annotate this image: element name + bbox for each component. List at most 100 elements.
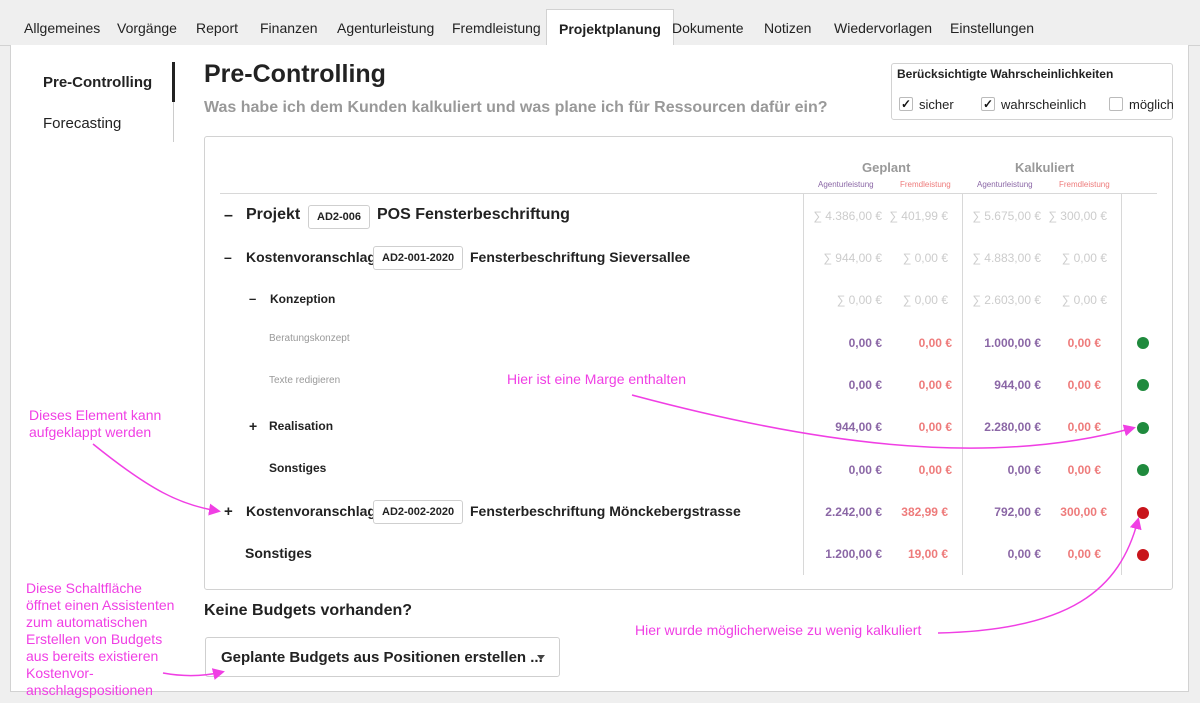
- column-header-fremdleistung: Fremdleistung: [900, 180, 951, 189]
- value-planned-agency: 2.242,00 €: [825, 505, 882, 519]
- value-calculated-external: 0,00 €: [1067, 463, 1101, 477]
- column-divider: [962, 193, 963, 575]
- checkbox-wahrscheinlich[interactable]: ✓: [981, 97, 995, 111]
- value-calculated-external: ∑ 300,00 €: [1048, 209, 1107, 223]
- row-label: Realisation: [269, 419, 334, 433]
- tab-wiedervorlagen[interactable]: Wiedervorlagen: [834, 9, 932, 46]
- value-calculated-agency: ∑ 4.883,00 €: [972, 251, 1041, 265]
- expand-toggle[interactable]: +: [249, 418, 257, 434]
- checkbox-moeglich[interactable]: [1109, 97, 1123, 111]
- checkbox-sicher-label: sicher: [919, 97, 954, 112]
- sidebar-item-forecasting[interactable]: Forecasting: [43, 115, 121, 132]
- column-header-agenturleistung: Agenturleistung: [977, 180, 1033, 189]
- group-header-kalkuliert: Kalkuliert: [1015, 160, 1075, 175]
- value-planned-external: 19,00 €: [907, 547, 948, 561]
- tab-notizen[interactable]: Notizen: [764, 9, 811, 46]
- value-planned-external: 0,00 €: [918, 378, 952, 392]
- value-calculated-external: 300,00 €: [1060, 505, 1107, 519]
- value-planned-agency: 0,00 €: [848, 336, 882, 350]
- column-divider: [803, 193, 804, 575]
- page-subtitle: Was habe ich dem Kunden kalkuliert und w…: [204, 99, 828, 116]
- tab-dokumente[interactable]: Dokumente: [672, 9, 744, 46]
- value-planned-agency: 944,00 €: [835, 420, 882, 434]
- value-planned-external: ∑ 0,00 €: [902, 293, 948, 307]
- status-indicator-green: [1137, 337, 1149, 349]
- value-calculated-agency: ∑ 5.675,00 €: [972, 209, 1041, 223]
- value-planned-external: 0,00 €: [918, 420, 952, 434]
- value-planned-external: 0,00 €: [918, 336, 952, 350]
- value-planned-agency: 1.200,00 €: [825, 547, 882, 561]
- status-indicator-green: [1137, 464, 1149, 476]
- value-planned-agency: 0,00 €: [848, 378, 882, 392]
- column-divider: [1121, 193, 1122, 575]
- tab-agenturleistung[interactable]: Agenturleistung: [337, 9, 434, 46]
- value-calculated-external: 0,00 €: [1067, 378, 1101, 392]
- row-label: Sonstiges: [245, 545, 312, 561]
- status-indicator-green: [1137, 422, 1149, 434]
- status-indicator-red: [1137, 507, 1149, 519]
- collapse-toggle[interactable]: –: [224, 207, 233, 225]
- tab-bar: Allgemeines Vorgänge Report Finanzen Age…: [0, 0, 1200, 47]
- row-label: Sonstiges: [269, 461, 327, 475]
- column-header-fremdleistung: Fremdleistung: [1059, 180, 1110, 189]
- row-label: Beratungskonzept: [269, 333, 350, 344]
- page-title: Pre-Controlling: [204, 60, 386, 88]
- annotation-too-little: Hier wurde möglicherweise zu wenig kalku…: [635, 622, 922, 638]
- value-calculated-external: 0,00 €: [1067, 547, 1101, 561]
- value-calculated-agency: ∑ 2.603,00 €: [972, 293, 1041, 307]
- tab-einstellungen[interactable]: Einstellungen: [950, 9, 1034, 46]
- value-planned-external: ∑ 401,99 €: [889, 209, 948, 223]
- no-budgets-heading: Keine Budgets vorhanden?: [204, 602, 413, 619]
- estimate-number-badge[interactable]: AD2-002-2020: [373, 500, 464, 524]
- tab-finanzen[interactable]: Finanzen: [260, 9, 318, 46]
- row-label: Texte redigieren: [269, 375, 341, 386]
- row-label: Kostenvoranschlag: [246, 503, 376, 519]
- status-indicator-green: [1137, 379, 1149, 391]
- project-number-badge[interactable]: AD2-006: [308, 205, 371, 229]
- checkbox-moeglich-label: möglich: [1129, 97, 1174, 112]
- generate-budgets-button[interactable]: Geplante Budgets aus Positionen erstelle…: [205, 637, 560, 677]
- sidebar-divider: [173, 102, 174, 142]
- group-header-geplant: Geplant: [862, 160, 911, 175]
- sidebar-active-indicator: [172, 62, 175, 102]
- value-planned-agency: 0,00 €: [848, 463, 882, 477]
- row-name: Fensterbeschriftung Sieversallee: [470, 249, 691, 265]
- value-calculated-external: 0,00 €: [1067, 336, 1101, 350]
- tab-fremdleistung[interactable]: Fremdleistung: [452, 9, 541, 46]
- generate-budgets-label: Geplante Budgets aus Positionen erstelle…: [221, 649, 543, 666]
- row-name: POS Fensterbeschriftung: [377, 206, 570, 223]
- value-planned-agency: ∑ 944,00 €: [823, 251, 882, 265]
- value-planned-external: 382,99 €: [901, 505, 948, 519]
- caret-down-icon: [537, 655, 545, 660]
- row-label: Projekt: [246, 206, 301, 223]
- tab-report[interactable]: Report: [196, 9, 238, 46]
- collapse-toggle[interactable]: –: [249, 291, 256, 306]
- value-calculated-external: ∑ 0,00 €: [1061, 251, 1107, 265]
- value-calculated-external: 0,00 €: [1067, 420, 1101, 434]
- probability-filter-title: Berücksichtigte Wahrscheinlichkeiten: [897, 67, 1114, 81]
- collapse-toggle[interactable]: –: [224, 249, 232, 265]
- value-planned-external: ∑ 0,00 €: [902, 251, 948, 265]
- status-indicator-red: [1137, 549, 1149, 561]
- checkbox-wahrscheinlich-label: wahrscheinlich: [1001, 97, 1087, 112]
- checkbox-sicher[interactable]: ✓: [899, 97, 913, 111]
- column-header-agenturleistung: Agenturleistung: [818, 180, 874, 189]
- value-calculated-agency: 792,00 €: [994, 505, 1041, 519]
- tab-projektplanung[interactable]: Projektplanung: [546, 9, 674, 47]
- value-calculated-external: ∑ 0,00 €: [1061, 293, 1107, 307]
- expand-toggle[interactable]: +: [224, 503, 233, 520]
- row-label: Kostenvoranschlag: [246, 249, 376, 265]
- row-label: Konzeption: [270, 292, 336, 306]
- tab-vorgaenge[interactable]: Vorgänge: [117, 9, 177, 46]
- annotation-margin: Hier ist eine Marge enthalten: [507, 371, 686, 387]
- row-name: Fensterbeschriftung Mönckebergstrasse: [470, 503, 741, 519]
- tab-allgemeines[interactable]: Allgemeines: [24, 9, 100, 46]
- value-planned-agency: ∑ 4.386,00 €: [813, 209, 882, 223]
- value-planned-external: 0,00 €: [918, 463, 952, 477]
- table-header-divider: [220, 193, 1157, 194]
- annotation-expandable: Dieses Element kann aufgeklappt werden: [29, 407, 162, 440]
- annotation-assistant: Diese Schaltfläche öffnet einen Assisten…: [26, 580, 175, 698]
- value-planned-agency: ∑ 0,00 €: [836, 293, 882, 307]
- sidebar-item-pre-controlling[interactable]: Pre-Controlling: [43, 74, 152, 91]
- estimate-number-badge[interactable]: AD2-001-2020: [373, 246, 464, 270]
